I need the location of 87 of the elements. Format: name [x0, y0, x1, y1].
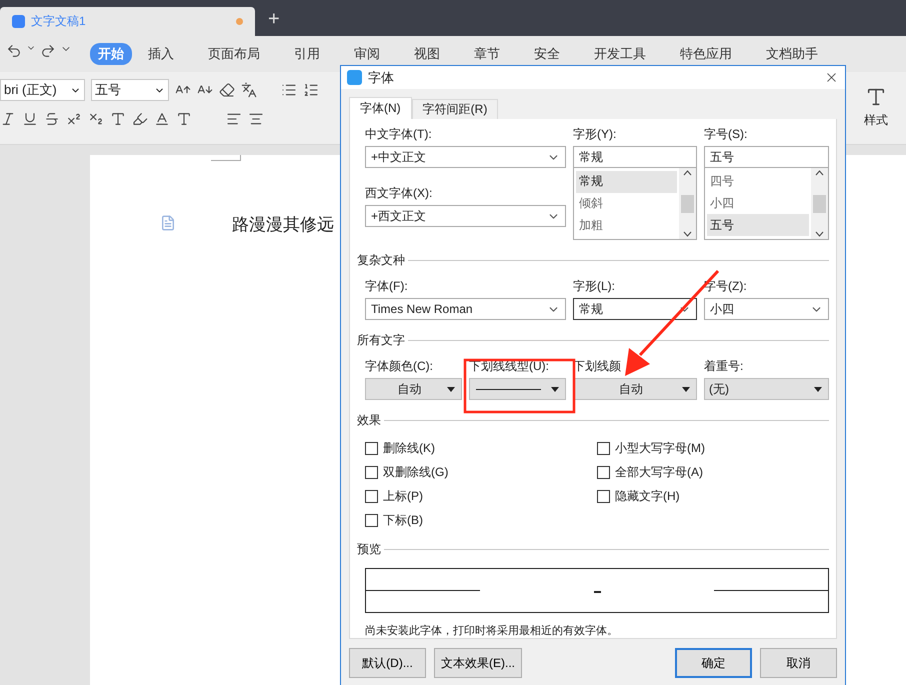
field-label: 字体颜色(C): — [365, 359, 433, 373]
caret-icon — [551, 386, 559, 392]
size-field[interactable]: 五号 — [91, 79, 169, 101]
menu-tab[interactable]: 章节 — [466, 43, 508, 65]
checkbox-option[interactable]: 双删除线(G) — [365, 463, 597, 481]
font-field[interactable]: bri (正文) — [0, 79, 85, 101]
scroll-bar — [811, 168, 828, 239]
dialog-button[interactable]: 文本效果(E)... — [434, 648, 522, 678]
eraser-icon[interactable] — [219, 82, 235, 98]
checkbox-option[interactable]: 隐藏文字(H) — [597, 487, 817, 505]
caret-icon — [447, 386, 455, 392]
font-select[interactable]: Times New Roman — [365, 298, 566, 320]
menu-tab[interactable]: 开发工具 — [586, 43, 654, 65]
menu-tab[interactable]: 安全 — [526, 43, 568, 65]
new-tab-button[interactable]: + — [268, 8, 280, 31]
section-title: 所有文字 — [357, 332, 405, 349]
scroll-bar — [679, 168, 696, 239]
font-color-icon[interactable] — [154, 111, 170, 127]
dialog-button[interactable]: 确定 — [675, 648, 752, 678]
align-center-icon[interactable] — [248, 111, 264, 127]
info-text: 尚未安装此字体，打印时将采用最相近的有效字体。 — [365, 624, 619, 638]
dialog-title: 字体 — [368, 68, 395, 86]
font-select[interactable]: +西文正文 — [365, 205, 566, 227]
field-label: 下划线颜 — [573, 359, 621, 373]
document-icon — [12, 15, 25, 28]
highlighter-icon[interactable] — [132, 111, 148, 127]
undo-icon[interactable] — [6, 43, 22, 59]
checkbox-option[interactable]: 上标(P) — [365, 487, 597, 505]
list-option[interactable]: 加粗 — [576, 214, 677, 236]
dialog-button[interactable]: 默认(D)... — [349, 648, 426, 678]
underline-icon[interactable] — [22, 111, 38, 127]
styles-icon[interactable] — [865, 86, 887, 108]
field-label: 着重号: — [704, 359, 744, 373]
dialog-tab[interactable]: 字体(N) — [349, 97, 412, 119]
caret-icon — [682, 386, 690, 392]
caret-icon — [814, 386, 822, 392]
styles-label: 样式 — [864, 112, 888, 129]
tab-title: 文字文稿1 — [31, 13, 87, 30]
font-select[interactable]: +中文正文 — [365, 146, 566, 168]
menu-tab[interactable]: 特色应用 — [672, 43, 740, 65]
checkbox-option[interactable]: 下标(B) — [365, 511, 597, 529]
field-label: 西文字体(X): — [365, 186, 432, 200]
document-text: 路漫漫其修远 — [232, 214, 334, 236]
field-label: 字体(F): — [365, 279, 408, 293]
redo-icon[interactable] — [40, 43, 56, 59]
checkbox-option[interactable]: 小型大写字母(M) — [597, 439, 817, 457]
character-shading-icon[interactable] — [176, 111, 192, 127]
list-option[interactable]: 四号 — [707, 171, 809, 193]
align-left-icon[interactable] — [226, 111, 242, 127]
dropdown[interactable]: 自动 — [365, 378, 462, 400]
list-option[interactable]: 倾斜 — [576, 192, 677, 214]
menu-tab[interactable]: 引用 — [286, 43, 328, 65]
text-effect-icon[interactable] — [110, 111, 126, 127]
menu-tab[interactable]: 视图 — [406, 43, 448, 65]
dropdown[interactable] — [469, 378, 566, 400]
field-label: 中文字体(T): — [365, 127, 432, 141]
numbered-list-icon[interactable] — [303, 82, 319, 98]
menu-tab[interactable]: 审阅 — [346, 43, 388, 65]
list-option[interactable]: 常规 — [576, 171, 677, 193]
dialog-button[interactable]: 取消 — [760, 648, 837, 678]
dropdown[interactable]: (无) — [704, 378, 829, 400]
dropdown[interactable]: 自动 — [573, 378, 697, 400]
margin-mark — [211, 155, 241, 161]
field-label: 字形(Y): — [573, 127, 616, 141]
checkbox-option[interactable]: 删除线(K) — [365, 439, 597, 457]
menu-tab[interactable]: 插入 — [140, 43, 182, 65]
menu-tab[interactable]: 文档助手 — [758, 43, 826, 65]
style-field[interactable]: 常规 — [573, 146, 697, 168]
field-label: 字号(S): — [704, 127, 748, 141]
italic-icon[interactable] — [0, 111, 16, 127]
subscript-icon[interactable] — [88, 111, 104, 127]
app-icon — [347, 70, 362, 85]
superscript-icon[interactable] — [66, 111, 82, 127]
size-select[interactable]: 小四 — [704, 298, 829, 320]
phonetic-icon[interactable] — [241, 82, 257, 98]
list-option[interactable]: 五号 — [707, 214, 809, 236]
section-title: 效果 — [357, 412, 381, 429]
strikethrough-icon[interactable] — [44, 111, 60, 127]
section-title: 预览 — [357, 541, 381, 558]
section-title: 复杂文种 — [357, 252, 405, 269]
list-option[interactable]: 小四 — [707, 192, 809, 214]
checkbox-option[interactable]: 全部大写字母(A) — [597, 463, 817, 481]
dialog-tab[interactable]: 字符间距(R) — [412, 99, 498, 119]
style-select[interactable]: 常规 — [573, 298, 697, 320]
field-label: 字形(L): — [573, 279, 615, 293]
size-field[interactable]: 五号 — [704, 146, 829, 168]
menu-tab[interactable]: 页面布局 — [200, 43, 268, 65]
